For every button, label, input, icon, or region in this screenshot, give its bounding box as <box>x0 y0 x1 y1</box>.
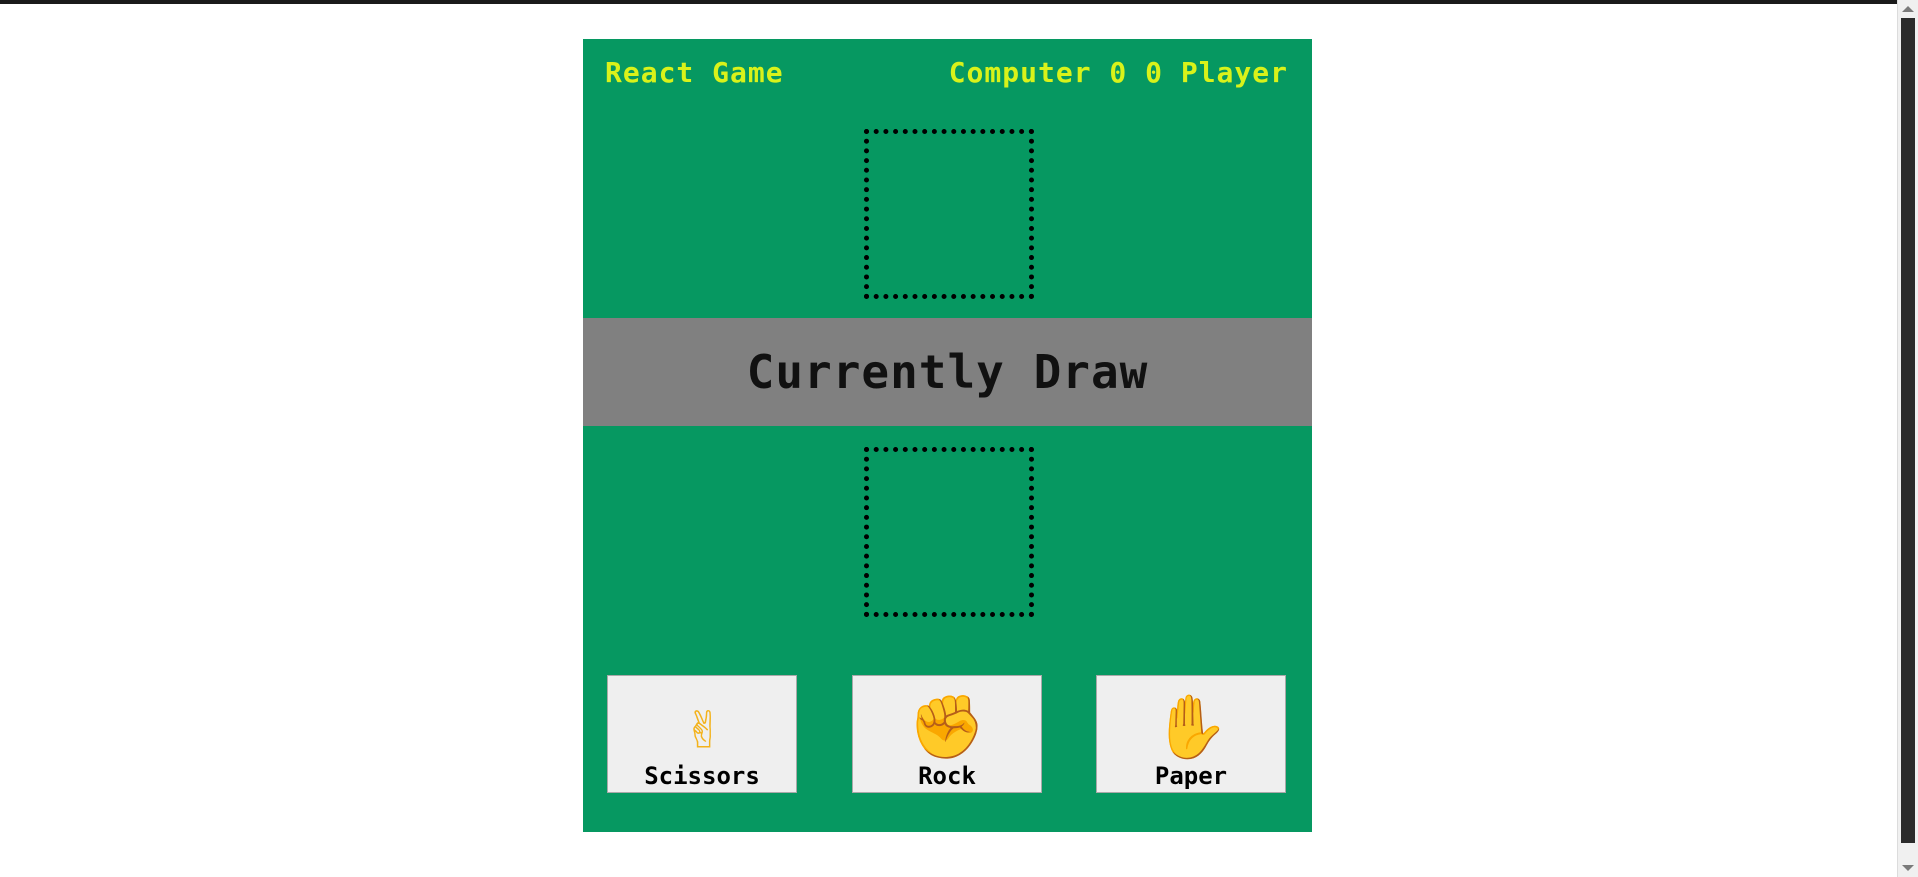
game-title: React Game <box>605 56 784 89</box>
vertical-scrollbar[interactable] <box>1897 0 1918 877</box>
rock-label: Rock <box>918 762 976 790</box>
game-status-banner: Currently Draw <box>583 318 1312 426</box>
scroll-down-arrow-icon[interactable] <box>1902 865 1914 871</box>
paper-hand-icon: ✋ <box>1152 690 1230 763</box>
computer-label: Computer <box>948 56 1092 89</box>
paper-label: Paper <box>1154 762 1228 790</box>
window-top-border <box>0 0 1918 4</box>
computer-score: 0 <box>1109 56 1128 89</box>
rock-button[interactable]: ✊ Rock <box>852 675 1042 793</box>
game-board: React Game Computer 0 0 Player Currently… <box>583 39 1312 832</box>
player-score: 0 <box>1145 56 1163 89</box>
scissors-label: Scissors <box>644 762 760 790</box>
scrollbar-thumb[interactable] <box>1901 18 1915 843</box>
rock-fist-icon: ✊ <box>908 690 986 763</box>
paper-button[interactable]: ✋ Paper <box>1096 675 1286 793</box>
scissors-hand-icon: ✌ <box>683 690 721 763</box>
player-label: Player <box>1180 56 1288 89</box>
player-choice-slot <box>864 447 1034 617</box>
scissors-button[interactable]: ✌ Scissors <box>607 675 797 793</box>
scoreboard: Computer 0 0 Player <box>949 56 1288 89</box>
scroll-up-arrow-icon[interactable] <box>1902 6 1914 12</box>
game-status-text: Currently Draw <box>746 345 1149 399</box>
game-header: React Game Computer 0 0 Player <box>583 39 1312 109</box>
computer-choice-slot <box>864 129 1034 299</box>
